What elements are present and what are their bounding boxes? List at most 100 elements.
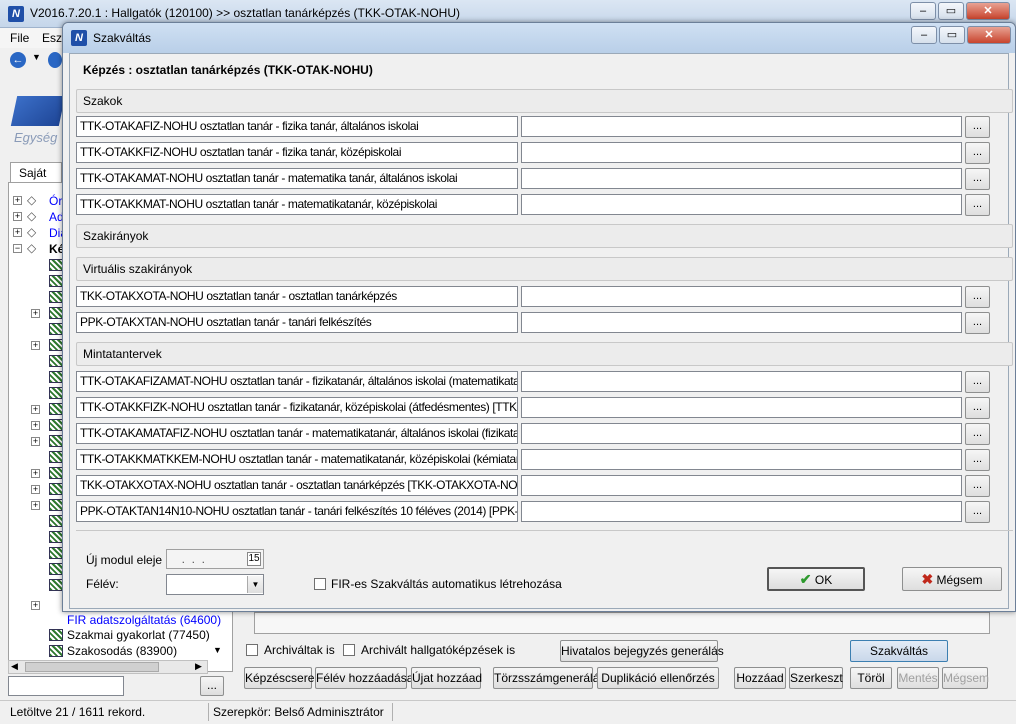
szakvaltas-dialog: N Szakváltás – ▭ ✕ Képzés : osztatlan ta…	[62, 22, 1016, 612]
curriculum-target-field[interactable]	[521, 397, 962, 418]
expand-icon[interactable]: +	[31, 601, 40, 610]
cancel-button[interactable]: ✖ Mégsem	[902, 567, 1002, 591]
curriculum-target-field[interactable]	[521, 449, 962, 470]
felev-select[interactable]: ▼	[166, 574, 264, 595]
app-logo-icon: N	[8, 6, 24, 22]
minimize-icon[interactable]: –	[910, 2, 936, 20]
menu-eszkozok[interactable]: Esz	[42, 31, 62, 45]
checkmark-icon: ✔	[799, 571, 812, 587]
expand-icon[interactable]: +	[31, 405, 40, 414]
curriculum-select-button[interactable]: ...	[965, 397, 990, 419]
spin-button[interactable]: 15	[247, 552, 261, 566]
tree-search-button[interactable]: ...	[200, 676, 224, 696]
szak-target-field[interactable]	[521, 194, 962, 215]
logo-text: Egység	[14, 130, 58, 145]
tree-search-input[interactable]	[8, 676, 124, 696]
cancel-button-label: Mégsem	[936, 573, 983, 587]
dialog-maximize-icon[interactable]: ▭	[939, 26, 965, 44]
status-records: Letöltve 21 / 1611 rekord.	[10, 705, 146, 719]
tree-node-icon	[49, 515, 63, 527]
expand-icon[interactable]: +	[31, 341, 40, 350]
fir-auto-checkbox[interactable]	[314, 578, 326, 590]
new-module-date-field[interactable]: . . . 15	[166, 549, 264, 569]
expand-icon[interactable]: +	[31, 501, 40, 510]
curriculum-select-button[interactable]: ...	[965, 371, 990, 393]
duplikacio-ellenorzes-button[interactable]: Duplikáció ellenőrzés	[597, 667, 719, 689]
tab-sajat-menu[interactable]: Saját me	[10, 162, 62, 194]
tree-node-icon	[49, 451, 63, 463]
archived-checkbox-label: Archiváltak is	[264, 643, 335, 657]
virtual-specialization-select-button[interactable]: ...	[965, 312, 990, 334]
close-icon[interactable]: ✕	[966, 2, 1010, 20]
szakvaltas-button[interactable]: Szakváltás	[850, 640, 948, 662]
official-entry-button[interactable]: Hivatalos bejegyzés generálás	[560, 640, 724, 662]
virtual-specialization-select-button[interactable]: ...	[965, 286, 990, 308]
archived-students-checkbox[interactable]	[343, 644, 355, 656]
szak-select-button[interactable]: ...	[965, 116, 990, 138]
scroll-down-icon[interactable]: ▼	[213, 645, 222, 655]
expand-icon[interactable]: +	[31, 421, 40, 430]
tree-horizontal-scrollbar[interactable]: ◀ ▶	[8, 660, 208, 674]
szak-target-field[interactable]	[521, 168, 962, 189]
chevron-down-icon[interactable]: ▼	[247, 576, 263, 593]
folder-icon: ◇	[27, 225, 37, 239]
tree-node-icon	[49, 339, 63, 351]
szak-select-button[interactable]: ...	[965, 194, 990, 216]
tree-node-icon	[49, 467, 63, 479]
curriculum-select-button[interactable]: ...	[965, 475, 990, 497]
tree-item-fir[interactable]: FIR adatszolgáltatás (64600)	[67, 613, 221, 627]
expand-icon[interactable]: +	[13, 196, 22, 205]
megsem-main-button[interactable]: Mégsem	[942, 667, 989, 689]
curriculum-target-field[interactable]	[521, 371, 962, 392]
curriculum-select-button[interactable]: ...	[965, 423, 990, 445]
tree-node-icon	[49, 435, 63, 447]
tree-node-icon	[49, 629, 63, 641]
szak-target-field[interactable]	[521, 142, 962, 163]
expand-icon[interactable]: +	[13, 228, 22, 237]
tree-item-szakmai-gyakorlat[interactable]: Szakmai gyakorlat (77450)	[67, 628, 210, 642]
szerkeszt-button[interactable]: Szerkeszt	[789, 667, 843, 689]
scroll-thumb[interactable]	[25, 662, 159, 672]
hozzaad-button[interactable]: Hozzáad	[734, 667, 786, 689]
section-header-szakiranyok: Szakirányok	[76, 224, 1013, 248]
expand-icon[interactable]: +	[31, 485, 40, 494]
expand-icon[interactable]: +	[13, 212, 22, 221]
expand-icon[interactable]: +	[31, 437, 40, 446]
scroll-right-icon[interactable]: ▶	[195, 661, 202, 672]
collapse-icon[interactable]: −	[13, 244, 22, 253]
szak-select-button[interactable]: ...	[965, 168, 990, 190]
tree-node-icon	[49, 483, 63, 495]
tree-item-szakosodas[interactable]: Szakosodás (83900)	[67, 644, 177, 658]
folder-icon: ◇	[27, 193, 37, 207]
menu-file[interactable]: File	[10, 31, 29, 45]
dialog-minimize-icon[interactable]: –	[911, 26, 937, 44]
virtual-specialization-target-field[interactable]	[521, 312, 962, 333]
curriculum-target-field[interactable]	[521, 423, 962, 444]
ujat-hozzaad-button[interactable]: Újat hozzáad	[411, 667, 482, 689]
curriculum-source-field: TKK-OTAKXOTAX-NOHU osztatlan tanár - osz…	[76, 475, 518, 496]
tree-node-icon	[49, 371, 63, 383]
torol-button[interactable]: Töröl	[850, 667, 892, 689]
tree-node-icon	[49, 387, 63, 399]
dropdown-arrow-icon[interactable]: ▼	[32, 52, 41, 62]
curriculum-select-button[interactable]: ...	[965, 501, 990, 523]
expand-icon[interactable]: +	[31, 469, 40, 478]
curriculum-target-field[interactable]	[521, 501, 962, 522]
forward-icon[interactable]	[48, 52, 62, 68]
maximize-icon[interactable]: ▭	[938, 2, 964, 20]
felev-hozzaadasa-button[interactable]: Félév hozzáadása	[315, 667, 413, 689]
curriculum-select-button[interactable]: ...	[965, 449, 990, 471]
mentes-button[interactable]: Mentés	[897, 667, 939, 689]
szak-target-field[interactable]	[521, 116, 962, 137]
scroll-left-icon[interactable]: ◀	[11, 661, 18, 672]
expand-icon[interactable]: +	[31, 309, 40, 318]
back-icon[interactable]: ←	[10, 52, 26, 68]
torzsszam-generalas-button[interactable]: Törzsszámgenerálás	[493, 667, 605, 689]
virtual-specialization-target-field[interactable]	[521, 286, 962, 307]
curriculum-target-field[interactable]	[521, 475, 962, 496]
dialog-close-icon[interactable]: ✕	[967, 26, 1011, 44]
archived-checkbox[interactable]	[246, 644, 258, 656]
ok-button[interactable]: ✔ OK	[767, 567, 865, 591]
kepzescsere-button[interactable]: Képzéscsere	[244, 667, 314, 689]
szak-select-button[interactable]: ...	[965, 142, 990, 164]
